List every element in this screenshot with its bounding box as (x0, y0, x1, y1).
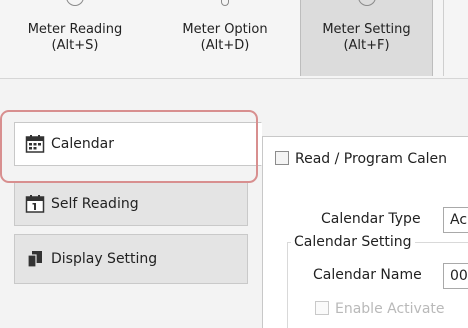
meter-setting-label: Meter Setting (322, 22, 411, 37)
ribbon-toolbar: Meter Reading (Alt+S) Meter Option (Alt+… (0, 0, 468, 79)
meter-setting-button[interactable]: Meter Setting (Alt+F) (300, 0, 433, 76)
enable-activate-label: Enable Activate (335, 301, 445, 317)
calendar-name-label: Calendar Name (313, 267, 422, 283)
meter-option-button[interactable]: Meter Option (Alt+D) (160, 0, 290, 76)
display-icon (25, 249, 45, 269)
calendar-setting-group-left-border (287, 242, 288, 328)
calendar-panel: Read / Program Calen Calendar Type Ac Ca… (262, 136, 468, 328)
calendar-setting-group-label: Calendar Setting (291, 234, 415, 250)
tab-self-reading[interactable]: Self Reading (14, 182, 248, 226)
calendar-name-input[interactable]: 00 (443, 263, 468, 289)
calendar-type-label: Calendar Type (321, 211, 421, 227)
meter-reading-shortcut: (Alt+S) (51, 38, 99, 53)
meter-option-label: Meter Option (182, 22, 268, 37)
calendar-day-icon (25, 194, 45, 214)
meter-reading-label: Meter Reading (27, 22, 123, 37)
ribbon-separator (443, 0, 444, 76)
meter-reading-button[interactable]: Meter Reading (Alt+S) (10, 0, 140, 76)
read-program-calendar-row: Read / Program Calen (275, 151, 447, 167)
enable-activate-checkbox[interactable] (315, 301, 329, 315)
settings-sidebar: Calendar Self Reading Display Setting (0, 78, 262, 328)
tab-self-reading-label: Self Reading (51, 196, 139, 212)
meter-option-shortcut: (Alt+D) (200, 38, 250, 53)
tab-calendar[interactable]: Calendar (14, 122, 262, 166)
enable-activate-row: Enable Activate (315, 301, 445, 317)
meter-setting-shortcut: (Alt+F) (343, 38, 390, 53)
read-program-calendar-checkbox[interactable] (275, 151, 289, 165)
meter-reading-icon (66, 0, 84, 6)
calendar-icon (25, 134, 45, 154)
meter-option-icon (221, 0, 229, 6)
meter-setting-icon (357, 0, 376, 6)
read-program-calendar-label: Read / Program Calen (295, 151, 448, 167)
calendar-type-select[interactable]: Ac (443, 207, 468, 233)
tab-display-setting[interactable]: Display Setting (14, 234, 248, 284)
tab-calendar-label: Calendar (51, 136, 114, 152)
tab-display-setting-label: Display Setting (51, 251, 158, 267)
